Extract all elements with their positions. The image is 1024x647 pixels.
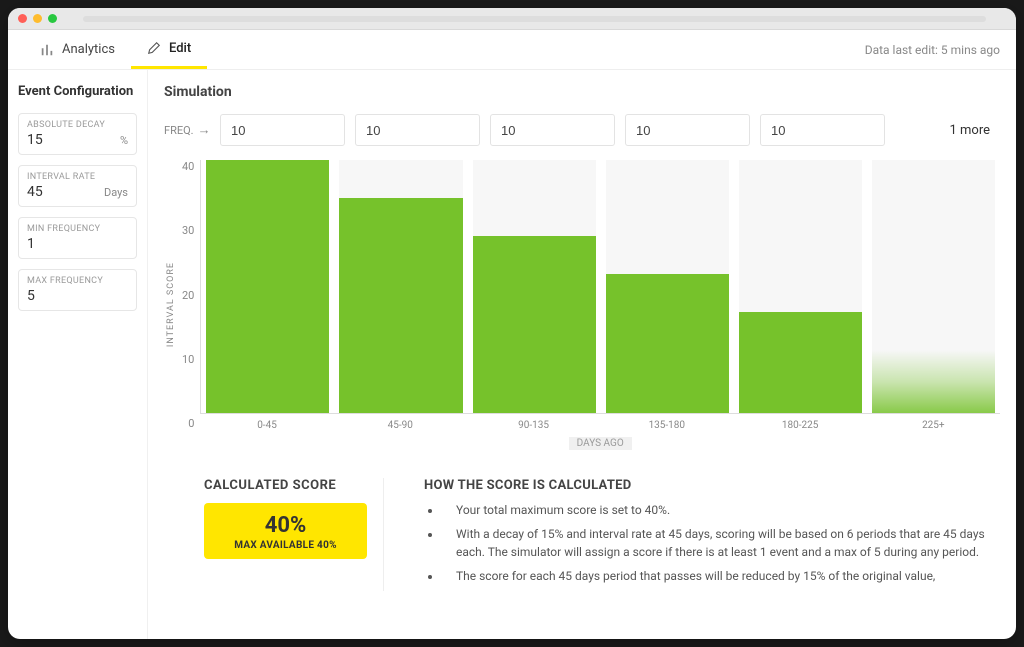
interval-rate-card[interactable]: INTERVAL RATE 45 Days bbox=[18, 165, 137, 207]
freq-input-4[interactable] bbox=[760, 114, 885, 146]
calculated-score-percent: 40% bbox=[204, 513, 367, 538]
bar-column bbox=[872, 160, 995, 413]
absolute-decay-label: ABSOLUTE DECAY bbox=[27, 120, 128, 130]
tab-analytics-label: Analytics bbox=[62, 42, 115, 57]
how-score-bullet: With a decay of 15% and interval rate at… bbox=[442, 525, 1000, 561]
y-tick: 40 bbox=[182, 160, 194, 173]
max-frequency-value: 5 bbox=[27, 288, 35, 304]
footer-panel: CALCULATED SCORE 40% MAX AVAILABLE 40% H… bbox=[164, 468, 1000, 591]
x-tick: 225+ bbox=[867, 420, 1000, 431]
minimize-icon[interactable] bbox=[33, 14, 42, 23]
pencil-icon bbox=[147, 41, 161, 55]
bar bbox=[606, 274, 729, 413]
bars-icon bbox=[40, 43, 54, 57]
sidebar-title: Event Configuration bbox=[18, 84, 137, 101]
freq-input-3[interactable] bbox=[625, 114, 750, 146]
sidebar: Event Configuration ABSOLUTE DECAY 15 % … bbox=[8, 70, 148, 639]
y-tick: 10 bbox=[182, 353, 194, 366]
how-score-column: HOW THE SCORE IS CALCULATED Your total m… bbox=[404, 478, 1000, 591]
x-tick: 45-90 bbox=[334, 420, 467, 431]
min-frequency-label: MIN FREQUENCY bbox=[27, 224, 128, 234]
titlebar-placeholder bbox=[83, 16, 986, 22]
last-edit-status: Data last edit: 5 mins ago bbox=[865, 43, 1000, 57]
x-axis-label: DAYS AGO bbox=[569, 437, 632, 450]
x-tick: 90-135 bbox=[467, 420, 600, 431]
bar bbox=[739, 312, 862, 413]
freq-label-text: FREQ. bbox=[164, 124, 194, 137]
plot-area: 0-4545-9090-135135-180180-225225+ DAYS A… bbox=[200, 160, 1000, 450]
y-tick: 0 bbox=[188, 417, 194, 430]
y-axis-ticks: 40 30 20 10 0 bbox=[178, 160, 200, 450]
calculated-score-title: CALCULATED SCORE bbox=[204, 478, 367, 493]
bars-area bbox=[200, 160, 1000, 414]
max-frequency-label: MAX FREQUENCY bbox=[27, 276, 128, 286]
calculated-score-badge: 40% MAX AVAILABLE 40% bbox=[204, 503, 367, 559]
bar-column bbox=[339, 160, 462, 413]
x-axis-ticks: 0-4545-9090-135135-180180-225225+ bbox=[200, 414, 1000, 431]
freq-input-0[interactable] bbox=[220, 114, 345, 146]
freq-label: FREQ. → bbox=[164, 122, 210, 138]
close-icon[interactable] bbox=[18, 14, 27, 23]
interval-rate-value: 45 bbox=[27, 184, 43, 200]
tab-analytics[interactable]: Analytics bbox=[24, 30, 131, 69]
interval-rate-label: INTERVAL RATE bbox=[27, 172, 128, 182]
simulation-title: Simulation bbox=[164, 84, 1000, 100]
tab-edit[interactable]: Edit bbox=[131, 30, 207, 69]
min-frequency-value: 1 bbox=[27, 236, 35, 252]
absolute-decay-unit: % bbox=[120, 134, 128, 147]
bar-column bbox=[473, 160, 596, 413]
x-tick: 135-180 bbox=[600, 420, 733, 431]
tab-bar: Analytics Edit Data last edit: 5 mins ag… bbox=[8, 30, 1016, 70]
bar bbox=[206, 160, 329, 413]
max-frequency-card[interactable]: MAX FREQUENCY 5 bbox=[18, 269, 137, 311]
x-tick: 180-225 bbox=[733, 420, 866, 431]
how-score-list: Your total maximum score is set to 40%. W… bbox=[424, 501, 1000, 585]
tab-edit-label: Edit bbox=[169, 41, 191, 56]
maximize-icon[interactable] bbox=[48, 14, 57, 23]
content-body: Event Configuration ABSOLUTE DECAY 15 % … bbox=[8, 70, 1016, 639]
how-score-title: HOW THE SCORE IS CALCULATED bbox=[424, 478, 1000, 493]
interval-score-chart: INTERVAL SCORE 40 30 20 10 0 0-4545-9090… bbox=[164, 160, 1000, 450]
x-tick: 0-45 bbox=[200, 420, 333, 431]
y-tick: 30 bbox=[182, 224, 194, 237]
more-link[interactable]: 1 more bbox=[949, 123, 990, 138]
calculated-score-subtext: MAX AVAILABLE 40% bbox=[204, 540, 367, 551]
bar bbox=[339, 198, 462, 413]
how-score-bullet: Your total maximum score is set to 40%. bbox=[442, 501, 1000, 519]
absolute-decay-value: 15 bbox=[27, 132, 43, 148]
how-score-bullet: The score for each 45 days period that p… bbox=[442, 567, 1000, 585]
bar-column bbox=[739, 160, 862, 413]
freq-input-2[interactable] bbox=[490, 114, 615, 146]
absolute-decay-card[interactable]: ABSOLUTE DECAY 15 % bbox=[18, 113, 137, 155]
y-tick: 20 bbox=[182, 289, 194, 302]
calculated-score-column: CALCULATED SCORE 40% MAX AVAILABLE 40% bbox=[164, 478, 384, 591]
interval-rate-unit: Days bbox=[104, 186, 128, 199]
min-frequency-card[interactable]: MIN FREQUENCY 1 bbox=[18, 217, 137, 259]
main-panel: Simulation FREQ. → 1 more INTERVAL SCORE… bbox=[148, 70, 1016, 639]
freq-input-1[interactable] bbox=[355, 114, 480, 146]
app-window: Analytics Edit Data last edit: 5 mins ag… bbox=[8, 8, 1016, 639]
arrow-right-icon: → bbox=[198, 122, 211, 138]
bar bbox=[872, 350, 995, 413]
frequency-row: FREQ. → 1 more bbox=[164, 114, 1000, 146]
bar-column bbox=[206, 160, 329, 413]
y-axis-label: INTERVAL SCORE bbox=[164, 262, 178, 347]
bar bbox=[473, 236, 596, 413]
bar-column bbox=[606, 160, 729, 413]
window-titlebar bbox=[8, 8, 1016, 30]
